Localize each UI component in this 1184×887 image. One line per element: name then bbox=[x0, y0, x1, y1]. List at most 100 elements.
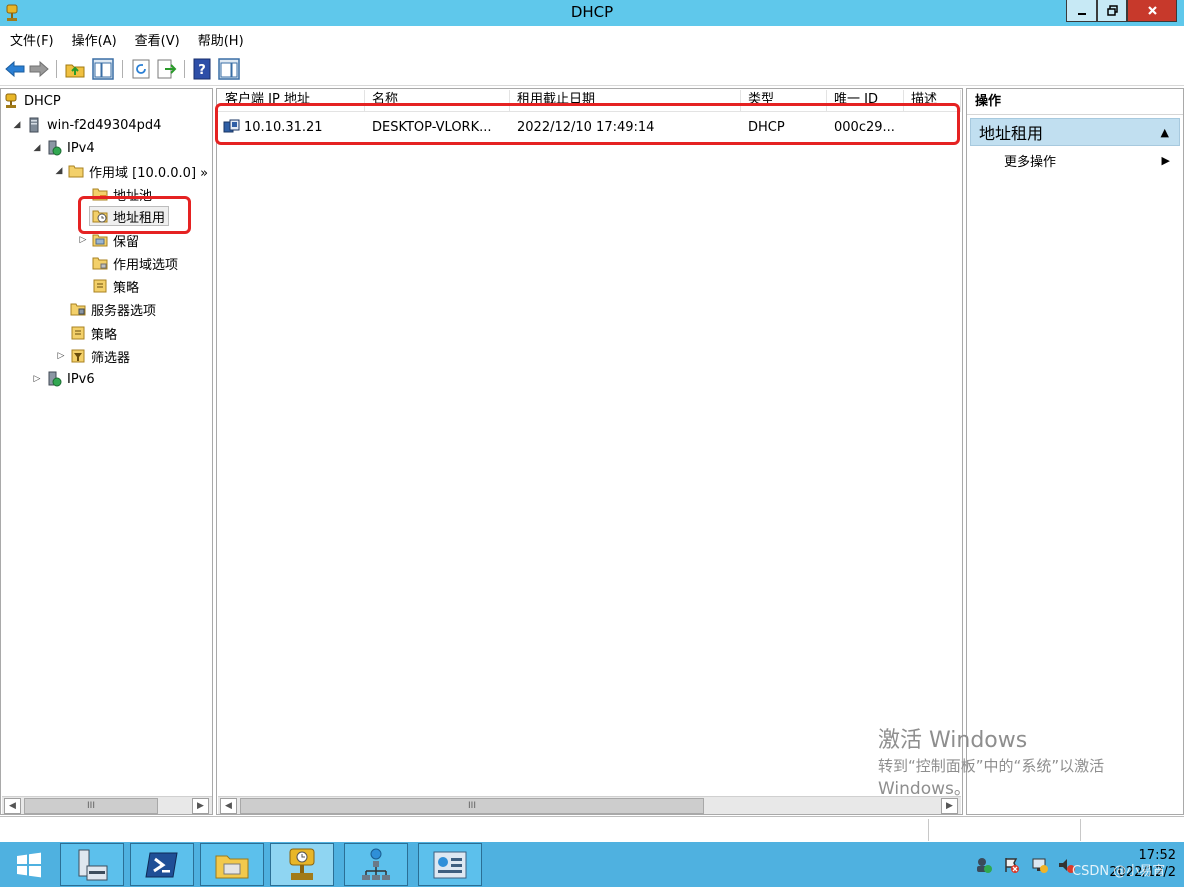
column-header-description[interactable]: 描述 bbox=[904, 90, 961, 112]
tree-node-server-options[interactable]: 服务器选项 bbox=[55, 299, 156, 319]
svg-text:?: ? bbox=[198, 63, 206, 78]
toolbar-separator bbox=[122, 60, 123, 78]
tree-label: 服务器选项 bbox=[91, 303, 157, 319]
expand-arrow-icon[interactable]: ▷ bbox=[77, 235, 89, 245]
tree-label: 地址租用 bbox=[113, 210, 166, 226]
export-list-icon[interactable] bbox=[156, 58, 178, 80]
tree-label: 筛选器 bbox=[91, 350, 131, 366]
tree-node-scope-policies[interactable]: 策略 bbox=[77, 276, 139, 296]
toolbar-separator bbox=[56, 60, 57, 78]
tree-node-scope-options[interactable]: 作用域选项 bbox=[77, 253, 178, 273]
restore-icon bbox=[1106, 5, 1118, 16]
action-pane: 操作 地址租用 ▲ 更多操作 ▶ bbox=[966, 88, 1184, 815]
scroll-left-button[interactable]: ◀ bbox=[4, 798, 21, 814]
tree-label: 策略 bbox=[113, 280, 140, 296]
scrollbar-thumb[interactable]: III bbox=[240, 798, 704, 814]
cell-lease-expiry: 2022/12/10 17:49:14 bbox=[517, 119, 655, 135]
user-tray-icon[interactable] bbox=[975, 856, 993, 874]
taskbar-file-explorer[interactable] bbox=[200, 843, 264, 886]
start-button[interactable] bbox=[0, 843, 58, 886]
scroll-right-button[interactable]: ▶ bbox=[192, 798, 209, 814]
network-tray-icon[interactable] bbox=[1031, 856, 1049, 874]
tree-label: DHCP bbox=[24, 93, 61, 109]
status-separator bbox=[1080, 819, 1081, 841]
powershell-icon bbox=[145, 852, 178, 877]
menu-action[interactable]: 操作(A) bbox=[72, 30, 117, 49]
column-header-client-ip[interactable]: 客户端 IP 地址 bbox=[218, 90, 365, 112]
tree-node-filters[interactable]: ▷ 筛选器 bbox=[55, 346, 130, 366]
minimize-button[interactable] bbox=[1066, 0, 1097, 22]
list-header: 客户端 IP 地址 名称 租用截止日期 类型 唯一 ID 描述 bbox=[218, 90, 961, 112]
column-header-lease-expiry[interactable]: 租用截止日期 bbox=[510, 90, 741, 112]
restore-button[interactable] bbox=[1097, 0, 1127, 22]
tree-node-server[interactable]: ◢ win-f2d49304pd4 bbox=[11, 115, 161, 135]
tree-label: IPv6 bbox=[67, 371, 95, 387]
expand-arrow-icon[interactable]: ▷ bbox=[31, 374, 43, 384]
toolbar: ? bbox=[0, 52, 1184, 86]
taskbar-network[interactable] bbox=[344, 843, 408, 886]
column-header-unique-id[interactable]: 唯一 ID bbox=[827, 90, 904, 112]
tree-node-reservations[interactable]: ▷ 保留 bbox=[77, 230, 139, 250]
table-row[interactable]: 10.10.31.21 DESKTOP-VLORK... 2022/12/10 … bbox=[218, 115, 961, 139]
flag-tray-icon[interactable] bbox=[1003, 856, 1021, 874]
column-header-type[interactable]: 类型 bbox=[741, 90, 827, 112]
menu-help[interactable]: 帮助(H) bbox=[198, 30, 244, 49]
taskbar-control-panel[interactable] bbox=[418, 843, 482, 886]
policy-icon bbox=[93, 279, 107, 293]
status-bar bbox=[0, 816, 1184, 842]
taskbar-powershell[interactable] bbox=[130, 843, 194, 886]
taskbar: 17:52 2022/12/2 bbox=[0, 842, 1184, 887]
refresh-icon[interactable] bbox=[130, 58, 152, 80]
show-hide-console-tree-icon[interactable] bbox=[92, 58, 114, 80]
show-hide-action-pane-icon[interactable] bbox=[218, 58, 240, 80]
collapse-arrow-icon[interactable]: ◢ bbox=[11, 120, 23, 130]
help-icon[interactable]: ? bbox=[192, 58, 214, 80]
expand-arrow-icon[interactable]: ▷ bbox=[55, 351, 67, 361]
tree-node-address-leases[interactable]: 地址租用 bbox=[89, 206, 170, 226]
tree-node-ipv6[interactable]: ▷ IPv6 bbox=[31, 369, 95, 389]
taskbar-dhcp[interactable] bbox=[270, 843, 334, 886]
back-arrow-icon[interactable] bbox=[4, 58, 26, 80]
dhcp-icon bbox=[5, 93, 17, 108]
tree-label: 作用域 [10.0.0.0] » bbox=[89, 165, 209, 181]
scroll-left-button[interactable]: ◀ bbox=[220, 798, 237, 814]
tree-node-address-pool[interactable]: 地址池 bbox=[77, 184, 152, 204]
cell-unique-id: 000c29... bbox=[834, 119, 895, 135]
dhcp-icon bbox=[289, 848, 315, 880]
policy-icon bbox=[71, 326, 85, 340]
up-folder-icon[interactable] bbox=[64, 58, 86, 80]
scrollbar-thumb[interactable]: III bbox=[24, 798, 158, 814]
ipv4-icon bbox=[48, 140, 62, 156]
taskbar-server-manager[interactable] bbox=[60, 843, 124, 886]
server-manager-icon bbox=[78, 849, 108, 880]
tree-node-ipv4[interactable]: ◢ IPv4 bbox=[31, 138, 95, 158]
more-actions-item[interactable]: 更多操作 ▶ bbox=[970, 149, 1180, 171]
lease-client-icon bbox=[223, 119, 240, 133]
close-button[interactable] bbox=[1127, 0, 1177, 22]
cell-client-ip: 10.10.31.21 bbox=[218, 119, 365, 135]
server-options-icon bbox=[70, 303, 86, 316]
scope-options-icon bbox=[92, 257, 108, 270]
menu-file[interactable]: 文件(F) bbox=[10, 30, 54, 49]
reservations-icon bbox=[92, 234, 108, 247]
csdn-watermark: CSDN @小易宵 bbox=[1072, 864, 1166, 879]
tree-node-dhcp[interactable]: DHCP bbox=[3, 91, 61, 111]
collapse-arrow-icon[interactable]: ◢ bbox=[53, 166, 65, 176]
control-panel-icon bbox=[433, 851, 467, 878]
tree-node-policies[interactable]: 策略 bbox=[55, 323, 117, 343]
column-header-name[interactable]: 名称 bbox=[365, 90, 510, 112]
tree-label: 作用域选项 bbox=[113, 257, 179, 273]
collapse-triangle-icon[interactable]: ▲ bbox=[1161, 126, 1169, 139]
collapse-arrow-icon[interactable]: ◢ bbox=[31, 143, 43, 153]
list-horizontal-scrollbar[interactable]: ◀ III ▶ bbox=[218, 796, 961, 814]
tree-node-scope[interactable]: ◢ 作用域 [10.0.0.0] » bbox=[53, 161, 208, 181]
menu-bar: 文件(F) 操作(A) 查看(V) 帮助(H) bbox=[0, 26, 1184, 52]
menu-view[interactable]: 查看(V) bbox=[135, 30, 180, 49]
status-separator bbox=[928, 819, 929, 841]
action-section-address-leases[interactable]: 地址租用 ▲ bbox=[970, 118, 1180, 146]
cell-type: DHCP bbox=[748, 119, 785, 135]
ipv6-icon bbox=[48, 371, 62, 387]
forward-arrow-icon[interactable] bbox=[28, 58, 50, 80]
results-list: 客户端 IP 地址 名称 租用截止日期 类型 唯一 ID 描述 10.10.31… bbox=[216, 88, 963, 815]
tree-horizontal-scrollbar[interactable]: ◀ III ▶ bbox=[2, 796, 212, 814]
